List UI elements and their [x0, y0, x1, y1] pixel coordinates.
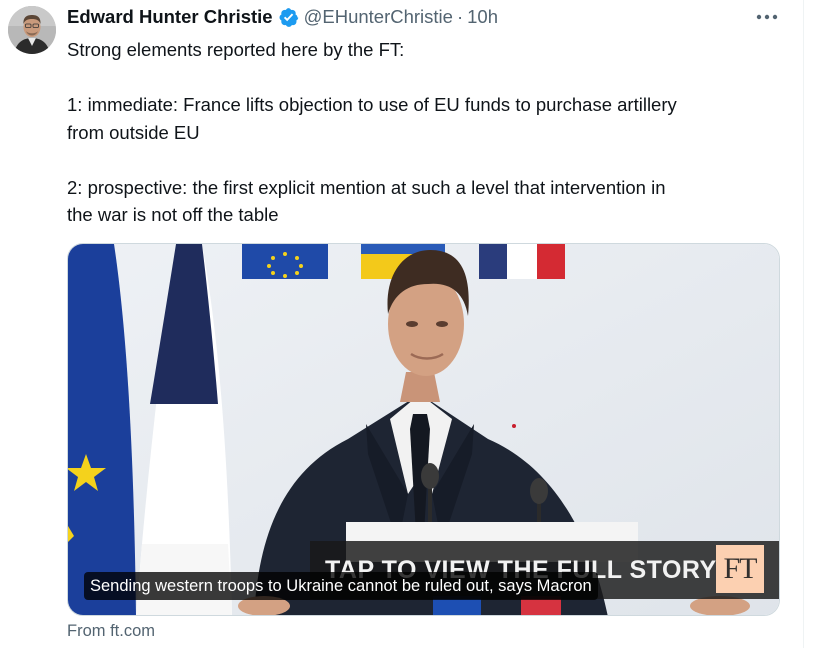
- author-display-name[interactable]: Edward Hunter Christie: [67, 6, 273, 28]
- tweet-line: from outside EU: [67, 121, 200, 143]
- avatar[interactable]: [8, 6, 56, 54]
- tweet-timestamp[interactable]: 10h: [467, 6, 498, 28]
- tweet-header: Edward Hunter Christie @EHunterChristie …: [67, 5, 498, 29]
- ft-logo: FT: [716, 545, 764, 593]
- more-icon[interactable]: [752, 4, 782, 30]
- header-separator: ·: [456, 6, 464, 27]
- verified-badge-icon: [278, 7, 299, 28]
- author-handle[interactable]: @EHunterChristie: [304, 6, 453, 28]
- column-divider: [803, 0, 804, 648]
- tweet-line: 1: immediate: France lifts objection to …: [67, 94, 677, 115]
- card-caption: Sending western troops to Ukraine cannot…: [84, 572, 598, 600]
- card-source-link[interactable]: From ft.com: [67, 622, 155, 641]
- tweet-line: the war is not off the table: [67, 204, 279, 225]
- tweet-line: 2: prospective: the first explicit menti…: [67, 176, 666, 198]
- tweet-text: Strong elements reported here by the FT:…: [67, 36, 792, 229]
- avatar-photo: [8, 6, 56, 54]
- tweet-line: Strong elements reported here by the FT:: [67, 39, 405, 60]
